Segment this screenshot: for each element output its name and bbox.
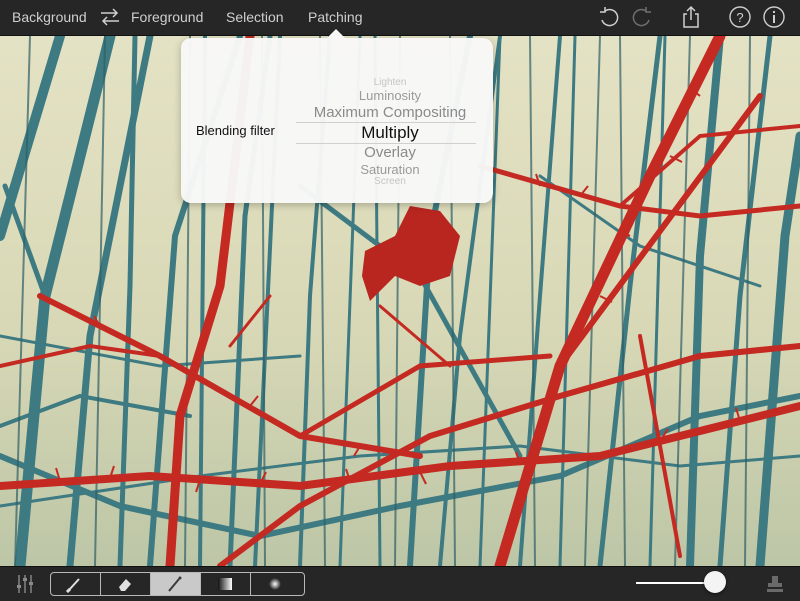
blending-mode-picker[interactable]: Lighten Luminosity Maximum Compositing M…: [294, 76, 486, 190]
picker-option[interactable]: Overlay: [294, 144, 486, 161]
opacity-slider-thumb[interactable]: [704, 571, 726, 593]
svg-text:?: ?: [736, 10, 743, 25]
magic-wand-icon: [168, 576, 182, 592]
picker-option-selected[interactable]: Multiply: [294, 123, 486, 143]
popover-arrow: [327, 29, 345, 38]
adjustments-icon[interactable]: [14, 573, 36, 595]
undo-icon[interactable]: [597, 5, 621, 29]
eraser-tool-button[interactable]: [101, 573, 151, 595]
picker-option[interactable]: Lighten: [294, 77, 486, 88]
help-icon[interactable]: ?: [728, 5, 752, 29]
brush-icon: [65, 578, 80, 593]
info-icon[interactable]: [762, 5, 786, 29]
brush-tool-button[interactable]: [51, 573, 101, 595]
swap-layers-icon[interactable]: [98, 6, 122, 28]
selection-tab[interactable]: Selection: [226, 9, 284, 25]
radial-tool-button[interactable]: [251, 573, 301, 595]
gradient-icon: [218, 578, 232, 590]
patching-tab[interactable]: Patching: [308, 9, 362, 25]
foreground-tab[interactable]: Foreground: [131, 9, 203, 25]
stamp-icon[interactable]: [764, 573, 786, 595]
blending-filter-popover: Blending filter Lighten Luminosity Maxim…: [181, 38, 493, 203]
share-icon[interactable]: [679, 5, 703, 29]
picker-option[interactable]: Luminosity: [294, 88, 486, 103]
tool-segmented-control: [50, 572, 305, 596]
background-tab[interactable]: Background: [12, 9, 87, 25]
top-toolbar: Background Foreground Selection Patching…: [0, 0, 800, 36]
picker-option[interactable]: Screen: [294, 176, 486, 187]
gradient-tool-button[interactable]: [201, 573, 251, 595]
picker-option[interactable]: Saturation: [294, 162, 486, 177]
blending-filter-label: Blending filter: [196, 123, 275, 138]
magic-wand-tool-button[interactable]: [151, 573, 201, 595]
redo-icon[interactable]: [630, 5, 654, 29]
eraser-icon: [119, 579, 131, 591]
picker-option[interactable]: Maximum Compositing: [294, 104, 486, 121]
radial-icon: [269, 578, 281, 590]
